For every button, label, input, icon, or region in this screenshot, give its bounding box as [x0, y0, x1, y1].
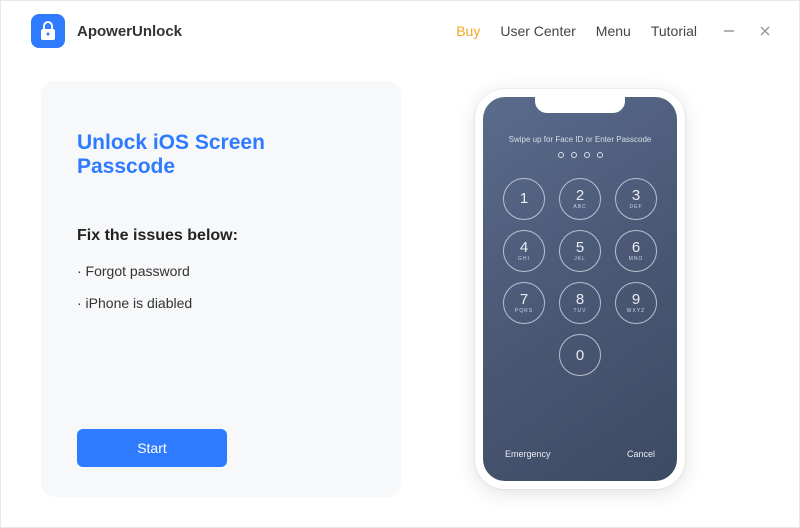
card-title: Unlock iOS Screen Passcode	[77, 131, 365, 179]
passcode-dot	[571, 152, 577, 158]
titlebar: ApowerUnlock Buy User Center Menu Tutori…	[1, 1, 799, 61]
key-num: 5	[576, 240, 584, 255]
phone-frame: Swipe up for Face ID or Enter Passcode 1…	[475, 89, 685, 489]
key-letters: DEF	[630, 205, 643, 210]
key-letters: PQRS	[515, 309, 533, 314]
key-letters: WXYZ	[627, 309, 645, 314]
minimize-icon	[722, 24, 736, 38]
key-letters: MNO	[629, 257, 644, 262]
lock-icon	[40, 21, 56, 41]
key-6: 6 MNO	[615, 230, 657, 272]
close-button[interactable]	[751, 17, 779, 45]
nav-tutorial[interactable]: Tutorial	[651, 23, 697, 39]
key-letters: ABC	[573, 205, 586, 210]
key-9: 9 WXYZ	[615, 282, 657, 324]
nav-menu[interactable]: Menu	[596, 23, 631, 39]
main-content: Unlock iOS Screen Passcode Fix the issue…	[1, 61, 799, 527]
key-num: 7	[520, 292, 528, 307]
lock-bottom-row: Emergency Cancel	[483, 449, 677, 459]
key-num: 6	[632, 240, 640, 255]
passcode-dot	[584, 152, 590, 158]
key-num: 4	[520, 240, 528, 255]
key-4: 4 GHI	[503, 230, 545, 272]
key-8: 8 TUV	[559, 282, 601, 324]
issue-item: · Forgot password	[77, 263, 365, 279]
phone-screen: Swipe up for Face ID or Enter Passcode 1…	[483, 97, 677, 481]
phone-illustration: Swipe up for Face ID or Enter Passcode 1…	[401, 81, 759, 497]
issues-heading: Fix the issues below:	[77, 227, 365, 245]
issue-item: · iPhone is diabled	[77, 295, 365, 311]
passcode-dot	[597, 152, 603, 158]
swipe-text: Swipe up for Face ID or Enter Passcode	[509, 135, 652, 144]
key-num: 0	[576, 348, 584, 363]
key-0: 0	[559, 334, 601, 376]
key-letters: TUV	[574, 309, 587, 314]
app-name: ApowerUnlock	[77, 23, 182, 40]
emergency-label: Emergency	[505, 449, 551, 459]
key-letters: GHI	[518, 257, 530, 262]
key-3: 3 DEF	[615, 178, 657, 220]
keypad: 1 2 ABC 3 DEF 4 GHI 5 JKL 6 MNO 7 PQRS 8 TUV 9 W…	[503, 178, 657, 376]
key-num: 9	[632, 292, 640, 307]
app-logo	[31, 14, 65, 48]
phone-notch	[535, 97, 625, 113]
key-1: 1	[503, 178, 545, 220]
unlock-card: Unlock iOS Screen Passcode Fix the issue…	[41, 81, 401, 497]
start-button[interactable]: Start	[77, 429, 227, 467]
key-2: 2 ABC	[559, 178, 601, 220]
nav-buy[interactable]: Buy	[456, 23, 480, 39]
key-letters: JKL	[574, 257, 586, 262]
close-icon	[758, 24, 772, 38]
key-num: 2	[576, 188, 584, 203]
passcode-dot	[558, 152, 564, 158]
cancel-label: Cancel	[627, 449, 655, 459]
nav-user-center[interactable]: User Center	[500, 23, 575, 39]
key-5: 5 JKL	[559, 230, 601, 272]
minimize-button[interactable]	[715, 17, 743, 45]
passcode-dots	[558, 152, 603, 158]
key-num: 8	[576, 292, 584, 307]
key-7: 7 PQRS	[503, 282, 545, 324]
key-num: 1	[520, 191, 528, 206]
key-num: 3	[632, 188, 640, 203]
